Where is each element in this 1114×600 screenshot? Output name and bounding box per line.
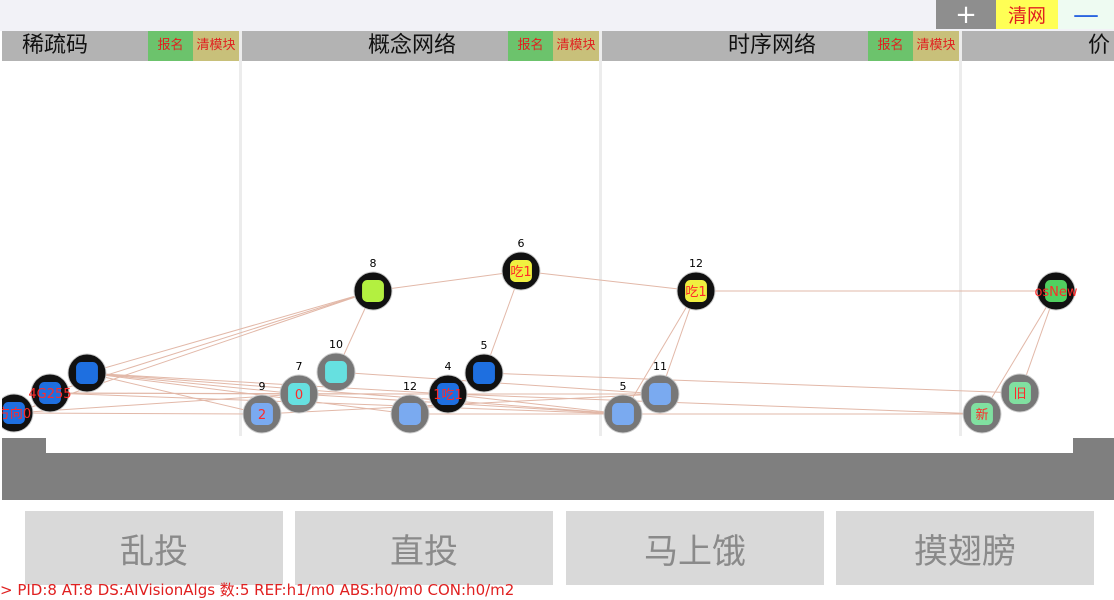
network-node[interactable]: 1吃1 4: [428, 360, 468, 414]
node-count: 12: [689, 257, 703, 270]
network-node[interactable]: 8: [353, 257, 393, 311]
edge-line: [13, 412, 263, 415]
node-label: 1吃1: [433, 387, 463, 403]
node-count: 5: [620, 380, 627, 393]
collapse-button[interactable]: —: [1058, 0, 1114, 29]
direct-throw-button[interactable]: 直投: [295, 511, 553, 585]
node-label: 旧: [1013, 387, 1026, 402]
network-node[interactable]: 29: [242, 380, 282, 434]
node-label: 0: [295, 388, 303, 403]
node-count: 8: [370, 257, 377, 270]
node-count: 9: [259, 380, 266, 393]
edge-line: [483, 372, 1021, 394]
node-label: 方向0: [2, 406, 31, 422]
touch-wings-button[interactable]: 摸翅膀: [836, 511, 1094, 585]
top-toolbar: + 清网 —: [0, 0, 1114, 31]
network-node[interactable]: [67, 353, 107, 393]
scroll-thumb[interactable]: [46, 438, 1073, 453]
node-count: 7: [296, 360, 303, 373]
node-count: 6: [518, 237, 525, 250]
network-node[interactable]: 07: [279, 360, 319, 414]
network-node[interactable]: 新: [962, 394, 1002, 434]
network-node[interactable]: osNew: [1034, 271, 1078, 311]
network-canvas: 稀疏码 报名 清模块 概念网络 报名 清模块 时序网络 报名 清模块 价 方向0…: [2, 31, 1114, 438]
node-count: 12: [403, 380, 417, 393]
node-label: 4G255: [28, 387, 71, 402]
node-label: osNew: [1034, 285, 1077, 300]
network-node[interactable]: 5: [603, 380, 643, 434]
clear-network-button[interactable]: 清网: [996, 0, 1058, 29]
hungry-now-button[interactable]: 马上饿: [566, 511, 824, 585]
network-node[interactable]: 吃1 12: [676, 257, 716, 311]
node-count: 4: [445, 360, 452, 373]
add-button[interactable]: +: [936, 0, 996, 30]
network-node[interactable]: 5: [464, 339, 504, 393]
edge-line: [520, 270, 697, 292]
node-count: 10: [329, 338, 343, 351]
network-graph: 方向04G2558吃16100729 121吃145吃112115osNew旧新: [2, 237, 1078, 434]
status-line: > PID:8 AT:8 DS:AIVisionAlgs 数:5 REF:h1/…: [0, 581, 515, 599]
node-label: 2: [258, 408, 266, 423]
network-node[interactable]: 10: [316, 338, 356, 392]
network-node[interactable]: 11: [640, 360, 680, 414]
network-node[interactable]: 旧: [1000, 373, 1040, 413]
node-label: 吃1: [685, 284, 706, 300]
node-count: 5: [481, 339, 488, 352]
network-node[interactable]: 12: [390, 380, 430, 434]
node-count: 11: [653, 360, 667, 373]
network-node[interactable]: 吃1 6: [501, 237, 541, 291]
random-throw-button[interactable]: 乱投: [25, 511, 283, 585]
node-label: 新: [975, 407, 988, 423]
node-label: 吃1: [510, 264, 531, 280]
edge-line: [372, 270, 522, 292]
